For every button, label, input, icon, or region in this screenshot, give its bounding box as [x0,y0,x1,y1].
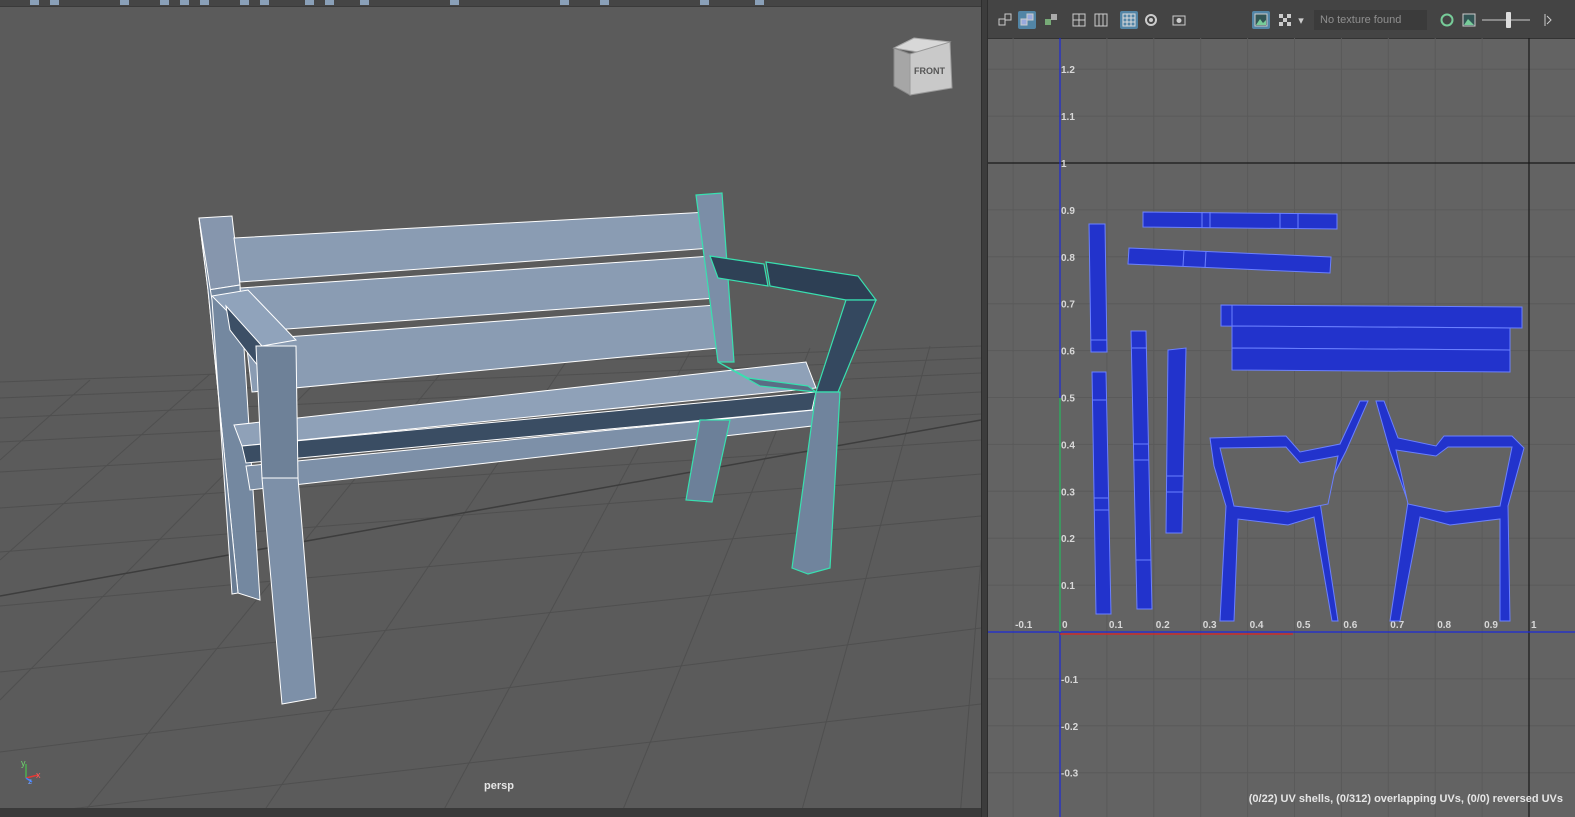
uv-shell[interactable] [1231,325,1511,351]
axis-gizmo: y x z [21,758,41,786]
uv-shaded-icon[interactable] [1018,11,1036,29]
uv-status-bar: (0/22) UV shells, (0/312) overlapping UV… [1248,793,1563,805]
u-tick-label: 1 [1531,620,1537,631]
frame-icon[interactable] [1120,11,1138,29]
rgb-channels-icon[interactable] [1438,11,1456,29]
u-tick-label: 0.6 [1343,620,1357,631]
u-tick-label: 0.3 [1203,620,1217,631]
axis-x-label: x [36,770,41,780]
u-tick-label: -0.1 [1015,620,1033,631]
uv-shell[interactable] [1088,223,1108,353]
u-tick-label: 0.8 [1437,620,1451,631]
v-tick-label: 0.1 [1061,581,1075,592]
uv-layout-icon[interactable] [996,11,1014,29]
panel-splitter[interactable] [981,0,988,817]
uv-editor-panel[interactable]: ▾ No texture found -0.1 0 0.1 0.2 0.3 0.4 0.5 0… [988,0,1575,817]
uv-shell[interactable] [1165,347,1187,534]
viewport-bottom-bar [0,808,981,817]
uv-distortion-icon[interactable] [1042,11,1060,29]
u-tick-label: 0.4 [1250,620,1264,631]
axis-z-label: z [28,777,32,786]
v-tick-label: 0.7 [1061,300,1075,311]
texture-field[interactable]: No texture found [1314,10,1427,30]
v-tick-label: -0.3 [1061,769,1079,780]
v-tick-label: 0.9 [1061,206,1075,217]
isolate-icon[interactable] [1142,11,1160,29]
uv-canvas[interactable]: -0.1 0 0.1 0.2 0.3 0.4 0.5 0.6 0.7 0.8 0.9 1 1.2 1.1 1… [988,38,1575,817]
uv-grid [988,38,1575,817]
u-tick-label: 0.7 [1390,620,1404,631]
v-tick-label: 1.1 [1061,112,1075,123]
v-tick-label: 0.4 [1061,440,1075,451]
checker-icon[interactable] [1276,11,1294,29]
uv-shell[interactable] [1091,371,1112,615]
back-post-left[interactable] [198,215,241,291]
perspective-viewport[interactable]: FRONT y x z persp [0,0,981,817]
uv-shell[interactable] [1220,304,1523,329]
u-tick-label: 0.9 [1484,620,1498,631]
image-ratio-icon[interactable] [1460,11,1478,29]
view-cube[interactable]: FRONT [892,37,953,96]
armrest-left-support[interactable] [255,345,299,479]
v-tick-label: 0.2 [1061,534,1075,545]
view-cube-label: FRONT [914,66,945,76]
pixel-snap-icon[interactable] [1092,11,1110,29]
v-tick-label: 1 [1061,159,1067,170]
image-display-icon[interactable] [1252,11,1270,29]
uv-shell[interactable] [1231,347,1511,373]
scene-canvas[interactable]: FRONT y x z [0,0,981,817]
uv-shell[interactable] [1130,330,1153,610]
v-tick-label: 1.2 [1061,65,1075,76]
u-tick-label: 0.2 [1156,620,1170,631]
v-tick-label: -0.1 [1061,675,1079,686]
u-tick-label: 0 [1062,620,1068,631]
axis-y-label: y [21,758,26,768]
camera-name-label: persp [484,780,514,792]
expand-icon[interactable] [1542,11,1554,29]
grid-icon[interactable] [1070,11,1088,29]
uv-shell[interactable] [1127,247,1332,274]
dropdown-icon[interactable]: ▾ [1296,11,1306,29]
v-tick-label: 0.8 [1061,253,1075,264]
u-tick-label: 0.5 [1297,620,1311,631]
u-tick-label: 0.1 [1109,620,1123,631]
v-tick-label: 0.6 [1061,347,1075,358]
snapshot-icon[interactable] [1170,11,1188,29]
uv-shell[interactable] [1142,211,1338,230]
exposure-slider-knob[interactable] [1506,12,1511,28]
armrest-right-top[interactable] [765,261,878,301]
v-tick-label: 0.3 [1061,487,1075,498]
v-tick-label: 0.5 [1061,394,1075,405]
leg-front-left[interactable] [261,477,317,705]
uv-toolbar[interactable]: ▾ No texture found [988,0,1575,39]
v-tick-label: -0.2 [1061,722,1079,733]
